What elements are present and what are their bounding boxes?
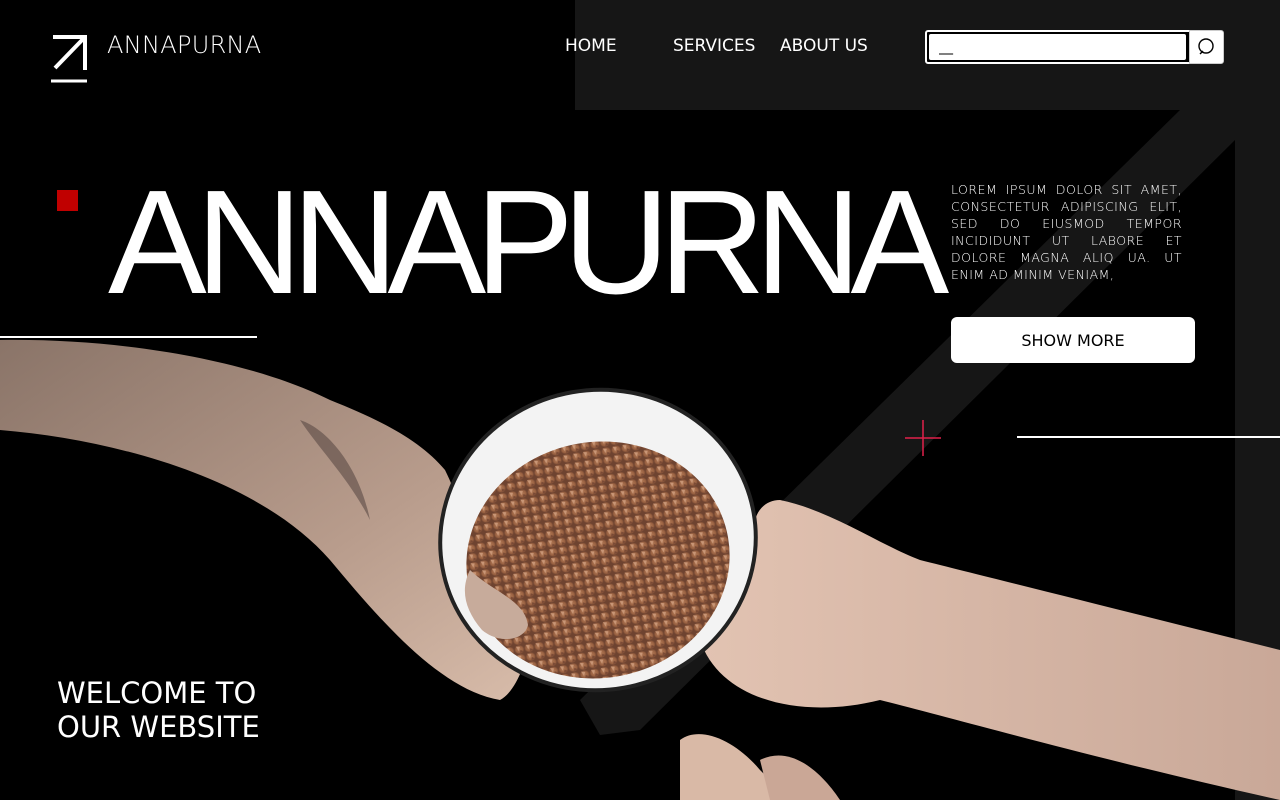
hero-title: ANNAPURNA	[108, 160, 949, 325]
hero-description: LOREM IPSUM DOLOR SIT AMET, CONSECTETUR …	[951, 182, 1182, 282]
brand-name[interactable]: ANNAPURNA	[107, 31, 262, 59]
nav-about-us[interactable]: ABOUT US	[780, 36, 868, 56]
search-button[interactable]	[1189, 30, 1224, 64]
arrow-up-right-icon[interactable]	[50, 34, 88, 84]
landing-page: ANNAPURNA HOME SERVICES ABOUT US ANNAPUR…	[0, 0, 1280, 800]
nav-services[interactable]: SERVICES	[673, 36, 755, 56]
welcome-line-1: WELCOME TO	[57, 676, 257, 710]
accent-square	[57, 190, 78, 211]
search-icon	[1197, 38, 1214, 55]
welcome-heading: WELCOME TO OUR WEBSITE	[57, 676, 260, 744]
nav-home[interactable]: HOME	[565, 36, 617, 56]
search-bar	[925, 30, 1224, 64]
welcome-line-2: OUR WEBSITE	[57, 710, 260, 744]
search-input[interactable]	[929, 34, 1186, 60]
